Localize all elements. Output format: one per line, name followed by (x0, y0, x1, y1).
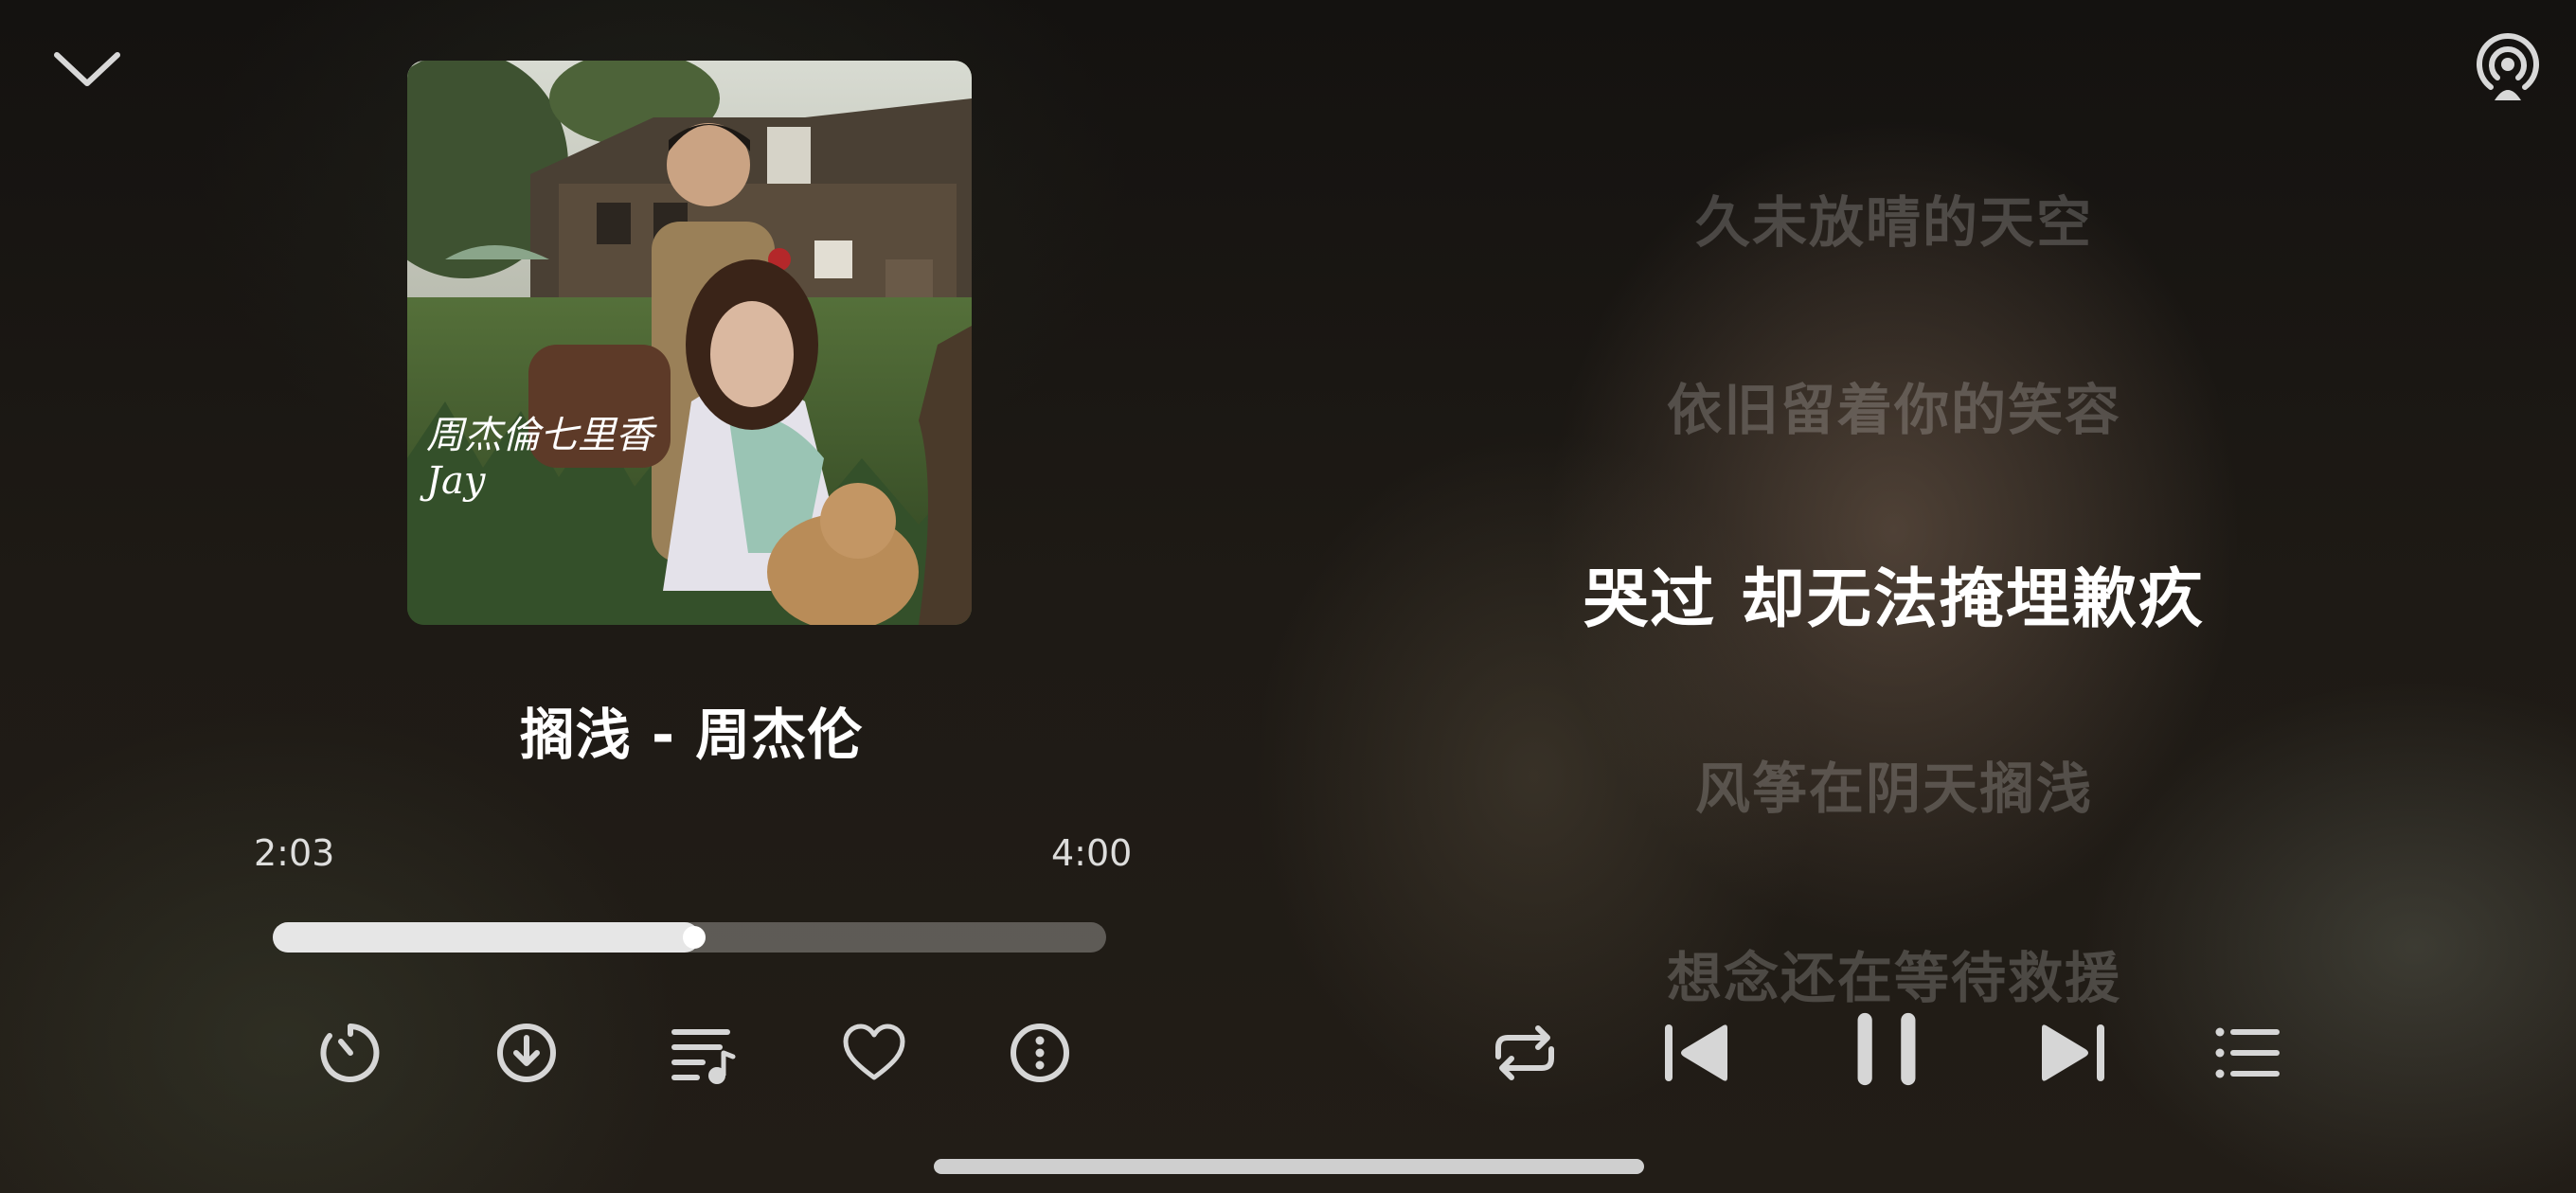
lyric-line: 想念还在等待救援 (1666, 946, 2121, 1010)
previous-track-icon[interactable] (1659, 1015, 1735, 1091)
progress-knob[interactable] (683, 926, 706, 949)
current-time: 2:03 (254, 832, 335, 874)
more-icon[interactable] (1002, 1015, 1078, 1091)
chevron-down-icon[interactable] (51, 45, 123, 91)
song-title: 搁浅 - 周杰伦 (519, 703, 864, 767)
repeat-icon[interactable] (1487, 1015, 1563, 1091)
pause-icon[interactable] (1849, 1011, 1928, 1091)
lyric-line: 久未放晴的天空 (1694, 190, 2093, 255)
next-track-icon[interactable] (2034, 1015, 2110, 1091)
queue-list-icon[interactable] (2209, 1015, 2284, 1091)
home-indicator[interactable] (934, 1159, 1644, 1174)
total-time: 4:00 (1051, 832, 1133, 874)
lyric-line-current: 哭过 却无法掩埋歉疚 (1583, 562, 2205, 637)
progress-fill (273, 922, 700, 953)
sleep-timer-icon[interactable] (313, 1015, 388, 1091)
now-playing-screen: 周杰倫七里香 Jay 搁浅 - 周杰伦 2:03 4:00 久未放晴的天空 依旧… (0, 0, 2576, 1193)
lyric-line: 风筝在阴天搁浅 (1694, 757, 2093, 821)
progress-bar[interactable] (273, 922, 1106, 953)
lyric-line: 依旧留着你的笑容 (1666, 378, 2121, 442)
playlist-music-icon[interactable] (665, 1015, 741, 1091)
cast-icon[interactable] (2472, 32, 2544, 104)
album-art-logo-text: 周杰倫七里香 Jay (426, 414, 653, 503)
album-art: 周杰倫七里香 Jay (407, 61, 972, 625)
heart-icon[interactable] (836, 1015, 912, 1091)
download-icon[interactable] (489, 1015, 564, 1091)
